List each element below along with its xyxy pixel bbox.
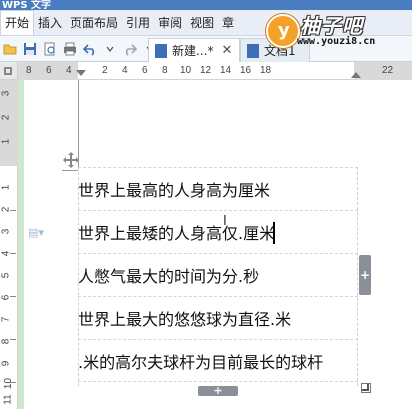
ruler-label: 10 [180, 65, 192, 76]
ruler-label: 9 [0, 360, 12, 367]
logo-url: www.youzi8.cn [297, 36, 376, 47]
document-table[interactable]: 世界上最高的人身高为厘米 世界上最矮的人身高仅.厘米 人憋气最大的时间为分.秒 … [78, 167, 358, 386]
print-icon[interactable] [62, 41, 78, 57]
ruler-label: 7 [0, 316, 12, 323]
ruler-label: 1 [0, 138, 12, 145]
ruler-label: 8 [162, 65, 168, 76]
row-boundary-marker[interactable] [10, 210, 16, 211]
row-boundary-marker[interactable] [10, 382, 16, 383]
ruler-label: 22 [382, 65, 394, 76]
menu-insert[interactable]: 插入 [34, 10, 66, 36]
save-icon[interactable] [22, 41, 38, 57]
logo-brand: 柚子吧 [300, 14, 363, 38]
ruler-label: 2 [102, 65, 108, 76]
redo-icon[interactable] [122, 41, 138, 57]
ruler-label: 5 [0, 272, 12, 279]
tab-label: 新建...* [172, 44, 214, 58]
ruler-label: 4 [66, 65, 72, 76]
menu-review[interactable]: 审阅 [154, 10, 186, 36]
title-bar: WPS 文字 [0, 0, 412, 11]
add-row-button[interactable]: + [198, 385, 238, 396]
ruler-corner[interactable] [0, 62, 18, 80]
row-boundary-marker[interactable] [10, 339, 16, 340]
paragraph-layout-icon[interactable]: ▤▾ [28, 226, 44, 239]
ruler-label: 6 [46, 65, 52, 76]
menu-page-layout[interactable]: 页面布局 [66, 10, 122, 36]
chevron-down-icon[interactable] [102, 41, 118, 57]
add-column-button[interactable]: + [359, 255, 371, 295]
table-cell[interactable]: 世界上最大的悠悠球为直径.米 [78, 306, 291, 330]
ruler-label: 18 [260, 65, 272, 76]
table-cell[interactable]: 人憋气最大的时间为分.秒 [78, 263, 259, 287]
folder-icon[interactable] [2, 41, 18, 57]
table-row[interactable]: 世界上最矮的人身高仅.厘米 [78, 210, 358, 253]
ibeam-cursor-icon: I [223, 214, 227, 229]
table-cell[interactable]: 世界上最高的人身高为厘米 [78, 177, 270, 201]
row-boundary-marker[interactable] [10, 296, 16, 297]
table-cell[interactable]: .米的高尔夫球杆为目前最长的球杆 [78, 349, 323, 373]
row-boundary-marker[interactable] [10, 253, 16, 254]
ruler-label: 8 [26, 65, 32, 76]
ruler-label: 2 [0, 114, 12, 121]
table-cell[interactable]: 世界上最矮的人身高仅.厘米 [78, 220, 275, 244]
ruler-label: 11 [2, 394, 14, 405]
ruler-label: 1 [0, 184, 12, 191]
ruler-label: 12 [200, 65, 212, 76]
ruler-label: 14 [220, 65, 232, 76]
undo-icon[interactable] [82, 41, 98, 57]
ruler-label: 4 [122, 65, 128, 76]
table-row[interactable]: 世界上最大的悠悠球为直径.米 [78, 296, 358, 339]
menu-home[interactable]: 开始 [0, 10, 35, 35]
horizontal-ruler[interactable]: 8 6 4 2 4 6 8 10 12 14 16 18 22 [18, 62, 412, 80]
youzi-logo-icon [266, 14, 300, 48]
text-caret [273, 222, 275, 244]
menu-references[interactable]: 引用 [122, 10, 154, 36]
right-indent-marker[interactable] [351, 72, 361, 78]
ruler-label: 6 [142, 65, 148, 76]
ruler-label: 10 [3, 377, 15, 390]
ruler-label: 3 [0, 228, 12, 235]
table-row[interactable]: 人憋气最大的时间为分.秒 [78, 253, 358, 296]
vertical-ruler[interactable]: 3 2 1 1 2 3 4 5 6 7 8 9 10 11 [0, 80, 18, 409]
close-icon[interactable]: ✕ [221, 43, 232, 58]
table-row[interactable]: .米的高尔夫球杆为目前最长的球杆 [78, 339, 358, 382]
ruler-label: 3 [0, 90, 12, 97]
menu-chapter[interactable]: 章 [218, 10, 238, 36]
table-row[interactable]: 世界上最高的人身高为厘米 [78, 167, 358, 210]
table-resize-handle[interactable] [361, 383, 371, 393]
print-preview-icon[interactable] [42, 41, 58, 57]
tab-stop-icon [4, 67, 12, 75]
ruler-label: 16 [240, 65, 252, 76]
word-doc-icon [155, 43, 167, 58]
tab-new-document[interactable]: 新建...* ✕ [148, 38, 240, 62]
margin-crop-mark [62, 170, 78, 171]
word-doc-icon [247, 43, 259, 58]
first-line-indent-marker[interactable] [76, 70, 86, 76]
menu-view[interactable]: 视图 [186, 10, 218, 36]
